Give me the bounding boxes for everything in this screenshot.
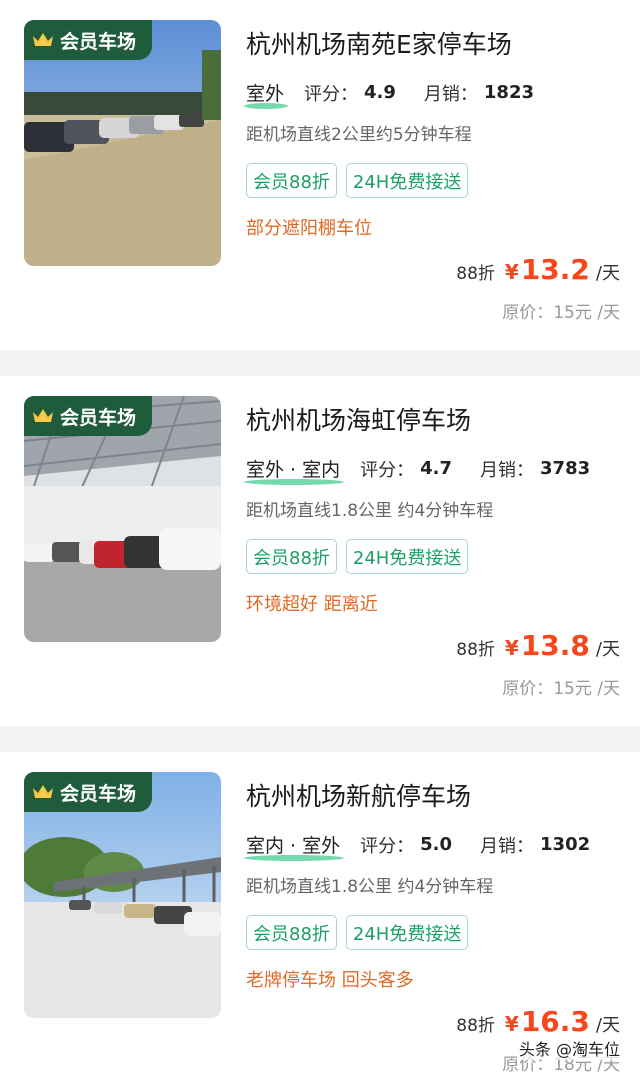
rating-label: 评分： [360, 459, 415, 481]
tag-free-shuttle: 24H免费接送 [345, 539, 469, 574]
tag-free-shuttle: 24H免费接送 [345, 915, 469, 950]
sales-label: 月销： [480, 835, 535, 857]
discount-label: 88折 [456, 640, 495, 660]
highlight-text: 部分遮阳棚车位 [246, 218, 372, 239]
price-unit: /天 [595, 263, 620, 284]
member-badge: 会员车场 [24, 20, 153, 60]
crown-icon [33, 785, 53, 798]
watermark: 头条 @淘车位 [516, 1036, 622, 1060]
member-badge-label: 会员车场 [60, 782, 137, 805]
environment-label: 室内 · 室外 [243, 831, 345, 861]
member-badge: 会员车场 [24, 772, 153, 812]
price-value: 13.8 [520, 629, 590, 662]
parking-photo[interactable]: 会员车场 [24, 396, 221, 642]
currency-symbol: ¥ [504, 636, 519, 660]
member-badge-label: 会员车场 [60, 406, 137, 429]
price-row: 88折 ¥ 16.3 /天 [456, 1005, 620, 1038]
sales-label: 月销： [423, 83, 478, 105]
card-divider [0, 726, 640, 752]
rating-value: 4.9 [364, 82, 396, 103]
member-badge-label: 会员车场 [60, 30, 137, 53]
price-value: 16.3 [520, 1005, 590, 1038]
sales-label: 月销： [480, 459, 535, 481]
rating-label: 评分： [304, 83, 359, 105]
tag-list: 会员88折 24H免费接送 [246, 539, 469, 574]
parking-card[interactable]: 会员车场 杭州机场海虹停车场 室外 · 室内 评分： 4.7 月销： 3783 … [0, 376, 640, 726]
crown-icon [33, 33, 53, 46]
parking-photo[interactable]: 会员车场 [24, 20, 221, 266]
currency-symbol: ¥ [504, 260, 519, 284]
currency-symbol: ¥ [504, 1012, 519, 1036]
sales-value: 1823 [483, 82, 535, 103]
discount-label: 88折 [456, 1016, 495, 1036]
price-row: 88折 ¥ 13.8 /天 [456, 629, 620, 662]
distance-text: 距机场直线1.8公里 约4分钟车程 [246, 501, 494, 521]
parking-title[interactable]: 杭州机场南苑E家停车场 [246, 25, 512, 61]
distance-text: 距机场直线1.8公里 约4分钟车程 [246, 877, 494, 897]
rating-value: 5.0 [420, 834, 453, 855]
original-price: 原价：15元 /天 [502, 303, 620, 323]
parking-title[interactable]: 杭州机场新航停车场 [246, 777, 471, 813]
environment-label: 室外 · 室内 [243, 455, 345, 485]
tag-member-discount: 会员88折 [246, 163, 337, 198]
tag-member-discount: 会员88折 [246, 539, 337, 574]
highlight-text: 环境超好 距离近 [246, 594, 378, 615]
member-badge: 会员车场 [24, 396, 153, 436]
price-unit: /天 [595, 1015, 620, 1036]
original-price: 原价：15元 /天 [502, 679, 620, 699]
parking-meta: 室外 · 室内 评分： 4.7 月销： 3783 [243, 455, 591, 485]
tag-free-shuttle: 24H免费接送 [345, 163, 469, 198]
tag-member-discount: 会员88折 [246, 915, 337, 950]
parking-title[interactable]: 杭州机场海虹停车场 [246, 401, 471, 437]
environment-label: 室外 [243, 79, 289, 109]
rating-value: 4.7 [420, 458, 453, 479]
highlight-text: 老牌停车场 回头客多 [246, 970, 414, 991]
distance-text: 距机场直线2公里约5分钟车程 [246, 125, 472, 145]
tag-list: 会员88折 24H免费接送 [246, 163, 469, 198]
crown-icon [33, 409, 53, 422]
parking-card[interactable]: 会员车场 杭州机场南苑E家停车场 室外 评分： 4.9 月销： 1823 距机场… [0, 0, 640, 350]
parking-meta: 室外 评分： 4.9 月销： 1823 [243, 79, 535, 109]
price-unit: /天 [595, 639, 620, 660]
parking-photo[interactable]: 会员车场 [24, 772, 221, 1018]
rating-label: 评分： [360, 835, 415, 857]
price-value: 13.2 [520, 253, 590, 286]
sales-value: 1302 [540, 834, 591, 855]
discount-label: 88折 [456, 264, 495, 284]
price-row: 88折 ¥ 13.2 /天 [456, 253, 620, 286]
card-divider [0, 350, 640, 376]
parking-card[interactable]: 会员车场 杭州机场新航停车场 室内 · 室外 评分： 5.0 月销： 1302 … [0, 752, 640, 1076]
tag-list: 会员88折 24H免费接送 [246, 915, 469, 950]
parking-meta: 室内 · 室外 评分： 5.0 月销： 1302 [243, 831, 591, 861]
sales-value: 3783 [540, 458, 591, 479]
